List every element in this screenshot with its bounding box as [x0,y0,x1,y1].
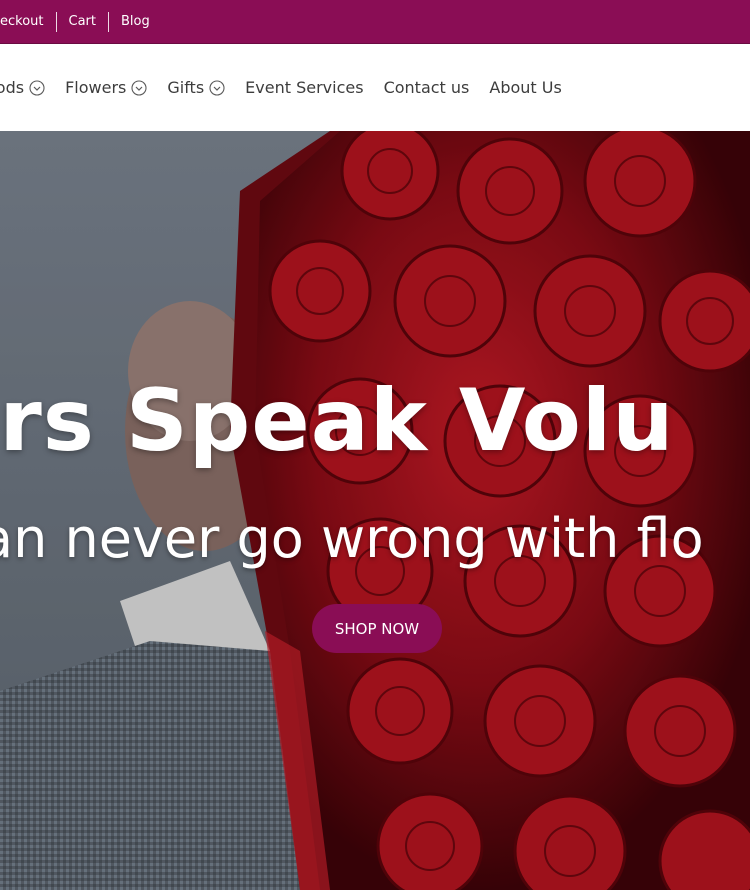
nav-item-event-services[interactable]: Event Services [245,78,363,97]
nav-item-contact-us[interactable]: Contact us [384,78,470,97]
nav-item-flowers[interactable]: Flowers [65,78,147,97]
checkout-link[interactable]: eckout [0,12,56,32]
cart-link[interactable]: Cart [57,12,109,32]
nav-item-label: About Us [489,78,562,97]
chevron-down-icon [209,79,225,96]
top-utility-bar: eckout Cart Blog [0,0,750,44]
shop-now-button[interactable]: SHOP NOW [312,604,442,653]
hero-title: ers Speak Volu [0,371,675,471]
hero-subtitle: an never go wrong with flo [0,507,704,570]
main-navigation: oods Flowers Gifts Event Services Contac [0,44,750,131]
nav-menu: oods Flowers Gifts Event Services Contac [0,44,582,131]
nav-item-about-us[interactable]: About Us [489,78,561,97]
nav-item-goods[interactable]: oods [0,78,45,97]
nav-item-label: Contact us [383,78,470,97]
nav-item-label: Gifts [167,78,205,97]
chevron-down-icon [131,79,147,96]
nav-item-gifts[interactable]: Gifts [167,78,225,97]
nav-item-label: Flowers [65,78,127,97]
nav-item-label: oods [0,78,25,97]
hero-banner: ers Speak Volu an never go wrong with fl… [0,131,750,890]
nav-item-label: Event Services [245,78,364,97]
blog-link[interactable]: Blog [109,12,162,32]
utility-links: eckout Cart Blog [0,0,162,44]
chevron-down-icon [29,79,45,96]
